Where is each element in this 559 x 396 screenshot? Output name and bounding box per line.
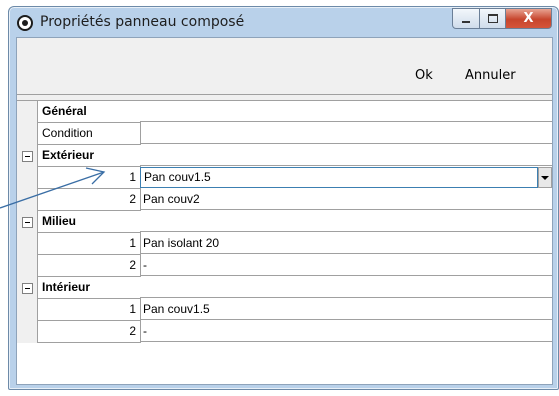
annotation-arrow-line	[0, 171, 105, 209]
annotation-arrow	[0, 167, 106, 209]
arrow-head-icon	[85, 167, 106, 185]
